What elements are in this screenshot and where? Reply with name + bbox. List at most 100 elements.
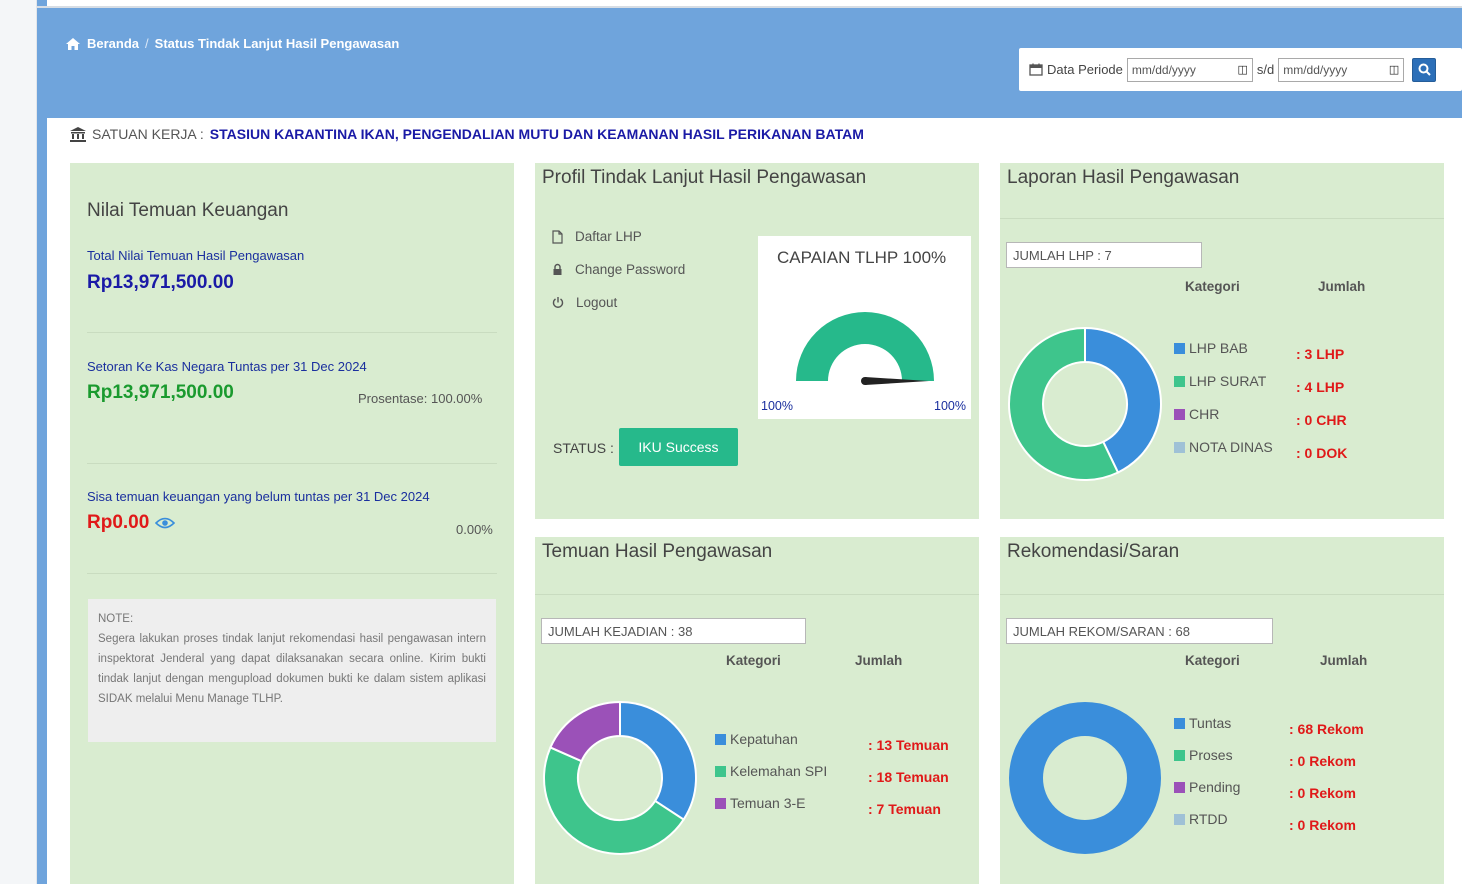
lhp-legend-item[interactable]: LHP BAB [1174, 340, 1248, 356]
sisa-label: Sisa temuan keuangan yang belum tuntas p… [87, 489, 430, 504]
sisa-percentage: 0.00% [456, 522, 493, 537]
menu-label: Logout [576, 295, 618, 310]
lhp-legend-label: CHR [1189, 406, 1220, 422]
rekom-col-kategori: Kategori [1185, 653, 1240, 668]
rekom-count: : 0 Rekom [1289, 753, 1356, 769]
profil-title: Profil Tindak Lanjut Hasil Pengawasan [542, 167, 867, 188]
breadcrumb-current: Status Tindak Lanjut Hasil Pengawasan [154, 36, 400, 51]
total-temuan-value: Rp13,971,500.00 [87, 272, 234, 293]
temuan-slice-2[interactable] [549, 700, 621, 763]
lhp-legend-label: NOTA DINAS [1189, 439, 1273, 455]
lhp-legend-swatch [1174, 375, 1185, 387]
satuan-value: STASIUN KARANTINA IKAN, PENGENDALIAN MUT… [209, 126, 864, 142]
menu-change-password[interactable]: Change Password [552, 262, 685, 277]
setoran-label: Setoran Ke Kas Negara Tuntas per 31 Dec … [87, 359, 367, 374]
lhp-count: : 0 DOK [1296, 445, 1348, 461]
period-to-placeholder: mm/dd/yyyy [1283, 62, 1348, 77]
gauge-min-label: 100% [761, 399, 793, 413]
lhp-count: : 4 LHP [1296, 379, 1345, 395]
eye-icon[interactable] [155, 517, 176, 529]
gauge-hub [861, 377, 869, 385]
temuan-donut-chart [543, 700, 697, 855]
status-label: STATUS : [553, 440, 614, 456]
lhp-count: : 3 LHP [1296, 346, 1345, 362]
breadcrumb-home-link[interactable]: Beranda [87, 36, 139, 51]
lhp-col-kategori: Kategori [1185, 279, 1240, 294]
temuan-col-kategori: Kategori [726, 653, 781, 668]
status-button[interactable]: IKU Success [619, 428, 738, 466]
lhp-title: Laporan Hasil Pengawasan [1007, 167, 1240, 188]
sisa-row: Rp0.00 [87, 512, 176, 534]
rekom-legend-swatch [1174, 749, 1185, 761]
rekom-legend-item[interactable]: Pending [1174, 779, 1240, 795]
rekom-legend-swatch [1174, 813, 1185, 825]
calendar-icon [1029, 63, 1043, 76]
institution-icon [70, 126, 86, 142]
temuan-count: : 7 Temuan [868, 801, 941, 817]
period-from-placeholder: mm/dd/yyyy [1131, 62, 1196, 77]
calendar-picker-icon[interactable]: ◫ [1237, 63, 1247, 76]
menu-label: Daftar LHP [575, 229, 642, 244]
temuan-legend-item[interactable]: Kepatuhan [715, 731, 798, 747]
period-to-input[interactable]: mm/dd/yyyy ◫ [1278, 57, 1405, 82]
rekom-legend-item[interactable]: Proses [1174, 747, 1233, 763]
search-button[interactable] [1412, 57, 1437, 82]
temuan-legend-label: Kelemahan SPI [730, 763, 828, 779]
setoran-value: Rp13,971,500.00 [87, 382, 234, 403]
temuan-legend-item[interactable]: Temuan 3-E [715, 795, 805, 811]
lock-icon [553, 263, 562, 275]
rekom-title: Rekomendasi/Saran [1007, 541, 1180, 562]
period-label: Data Periode [1047, 62, 1123, 77]
keuangan-divider [87, 573, 497, 574]
temuan-legend-label: Kepatuhan [730, 731, 798, 747]
temuan-legend-swatch [715, 765, 726, 777]
note-text: Segera lakukan proses tindak lanjut reko… [98, 633, 486, 705]
search-icon [1418, 63, 1431, 76]
lhp-total-box: JUMLAH LHP : 7 [1006, 242, 1202, 268]
satuan-kerja: SATUAN KERJA : STASIUN KARANTINA IKAN, P… [70, 126, 864, 142]
rekom-count: : 0 Rekom [1289, 817, 1356, 833]
page: Beranda / Status Tindak Lanjut Hasil Pen… [0, 0, 1465, 884]
rekom-legend-item[interactable]: Tuntas [1174, 715, 1231, 731]
temuan-legend-swatch [715, 733, 726, 745]
rekom-legend-item[interactable]: RTDD [1174, 811, 1228, 827]
rekom-divider [1000, 594, 1444, 595]
menu-logout[interactable]: Logout [552, 295, 617, 310]
lhp-legend-item[interactable]: LHP SURAT [1174, 373, 1266, 389]
rekom-total-box: JUMLAH REKOM/SARAN : 68 [1006, 618, 1273, 644]
temuan-title: Temuan Hasil Pengawasan [542, 541, 773, 562]
satuan-label: SATUAN KERJA : [92, 126, 204, 142]
lhp-legend-label: LHP BAB [1189, 340, 1248, 356]
rekom-count: : 68 Rekom [1289, 721, 1364, 737]
menu-daftar-lhp[interactable]: Daftar LHP [552, 229, 642, 244]
lhp-col-jumlah: Jumlah [1318, 279, 1366, 294]
calendar-picker-icon[interactable]: ◫ [1389, 63, 1399, 76]
temuan-count: : 18 Temuan [868, 769, 949, 785]
temuan-divider [535, 594, 979, 595]
temuan-count: : 13 Temuan [868, 737, 949, 753]
rekom-slice-0[interactable] [1009, 702, 1161, 854]
lhp-legend-item[interactable]: CHR [1174, 406, 1219, 422]
rekom-legend-label: RTDD [1189, 811, 1228, 827]
rekom-legend-label: Proses [1189, 747, 1233, 763]
lhp-divider [1000, 218, 1444, 219]
home-icon [66, 37, 80, 50]
gauge-chart [796, 312, 934, 385]
keuangan-title: Nilai Temuan Keuangan [87, 200, 289, 221]
period-from-input[interactable]: mm/dd/yyyy ◫ [1126, 57, 1253, 82]
lhp-legend-item[interactable]: NOTA DINAS [1174, 439, 1273, 455]
temuan-legend-item[interactable]: Kelemahan SPI [715, 763, 827, 779]
rekom-col-jumlah: Jumlah [1320, 653, 1368, 668]
period-to-label: s/d [1256, 62, 1275, 77]
rekom-legend-swatch [1174, 781, 1185, 793]
gauge-arc [796, 312, 934, 381]
temuan-col-jumlah: Jumlah [855, 653, 903, 668]
setoran-percentage: Prosentase: 100.00% [358, 391, 483, 406]
power-icon [552, 297, 564, 308]
gauge-card: CAPAIAN TLHP 100% 100% 100% [758, 236, 971, 419]
left-sidebar [0, 0, 47, 884]
lhp-count: : 0 CHR [1296, 412, 1347, 428]
temuan-legend-label: Temuan 3-E [730, 795, 806, 811]
menu-label: Change Password [575, 262, 686, 277]
gauge-max-label: 100% [934, 399, 966, 413]
